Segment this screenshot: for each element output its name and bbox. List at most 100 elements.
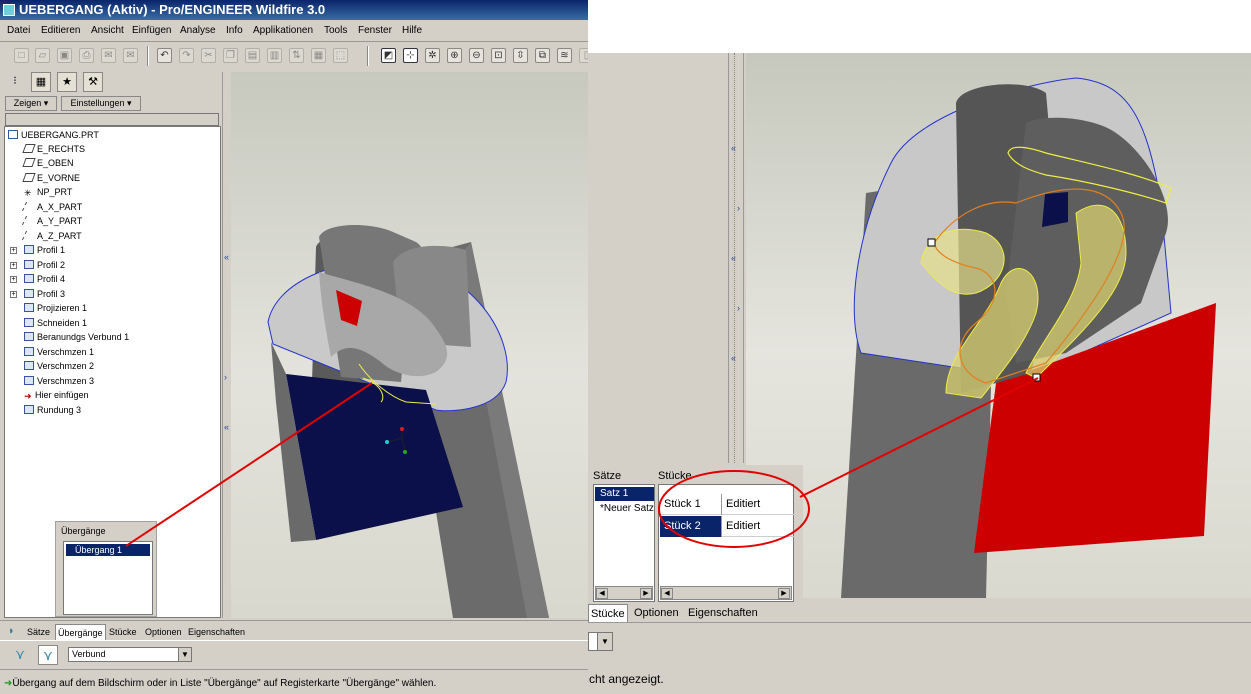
view-manager-icon[interactable]: ✲ bbox=[425, 48, 440, 63]
zoom-out-icon[interactable]: ⊖ bbox=[469, 48, 484, 63]
tree-item[interactable]: Rundung 3 bbox=[24, 404, 81, 417]
regenerate-icon[interactable]: ⇅ bbox=[289, 48, 304, 63]
email-icon[interactable]: ✉ bbox=[101, 48, 116, 63]
connections-icon[interactable]: ⚒ bbox=[83, 72, 103, 92]
menu-analyse[interactable]: Analyse bbox=[180, 25, 216, 36]
scroll-left-icon[interactable]: ◀ bbox=[661, 588, 673, 599]
tree-item[interactable]: Profil 4 bbox=[24, 273, 65, 286]
3d-model-view-zoomed[interactable] bbox=[746, 53, 1251, 598]
saved-views-icon[interactable]: ⧉ bbox=[535, 48, 550, 63]
tree-item[interactable]: Verschmzen 2 bbox=[24, 360, 94, 373]
tree-filter-bar[interactable] bbox=[5, 113, 219, 126]
expand-right-icon[interactable]: › bbox=[224, 372, 227, 382]
expand-right-icon[interactable]: › bbox=[737, 203, 740, 213]
graphics-window[interactable] bbox=[231, 72, 588, 618]
tab-stuecke[interactable]: Stücke bbox=[107, 624, 139, 640]
collapse-left-icon[interactable]: « bbox=[224, 252, 229, 262]
tree-item[interactable]: A_X_PART bbox=[21, 201, 82, 214]
pieces-scrollbar[interactable]: ◀ ▶ bbox=[660, 586, 792, 600]
show-dropdown[interactable]: Zeigen ▾ bbox=[5, 96, 57, 111]
orient-mode-icon[interactable]: ⊹ bbox=[403, 48, 418, 63]
scroll-left-icon[interactable]: ◀ bbox=[596, 588, 608, 599]
tab-eigenschaften[interactable]: Eigenschaften bbox=[686, 604, 760, 622]
drag-handle[interactable] bbox=[1032, 373, 1041, 382]
drag-handle[interactable] bbox=[927, 238, 936, 247]
scroll-right-icon[interactable]: ▶ bbox=[778, 588, 790, 599]
tab-optionen[interactable]: Optionen bbox=[632, 604, 681, 622]
tree-item[interactable]: E_RECHTS bbox=[22, 143, 85, 156]
expand-right-icon[interactable]: › bbox=[737, 303, 740, 313]
expand-icon[interactable]: + bbox=[10, 276, 17, 283]
tree-item[interactable]: E_VORNE bbox=[22, 172, 80, 185]
tree-item[interactable]: Beranundgs Verbund 1 bbox=[24, 331, 129, 344]
menu-tools[interactable]: Tools bbox=[324, 25, 347, 36]
menu-editieren[interactable]: Editieren bbox=[41, 25, 80, 36]
scroll-right-icon[interactable]: ▶ bbox=[640, 588, 652, 599]
folder-browser-icon[interactable]: ▦ bbox=[31, 72, 51, 92]
reorient-icon[interactable]: ⇳ bbox=[513, 48, 528, 63]
paste-special-icon[interactable]: ▥ bbox=[267, 48, 282, 63]
table-row[interactable]: Stück 2 Editiert bbox=[660, 516, 794, 537]
tab-optionen[interactable]: Optionen bbox=[143, 624, 184, 640]
transition-item[interactable]: Übergang 1 bbox=[66, 544, 150, 556]
3d-model-view[interactable] bbox=[231, 72, 588, 618]
menu-fenster[interactable]: Fenster bbox=[358, 25, 392, 36]
tree-item[interactable]: Profil 1 bbox=[24, 244, 65, 257]
tab-saetze[interactable]: Sätze bbox=[25, 624, 52, 640]
tree-item[interactable]: Verschmzen 1 bbox=[24, 346, 94, 359]
model-tree-icon[interactable]: ⁝ bbox=[5, 72, 25, 92]
set-item[interactable]: Satz 1 bbox=[595, 487, 654, 501]
select-box-icon[interactable]: ⬚ bbox=[333, 48, 348, 63]
blend-type-icon[interactable]: ⋎ bbox=[15, 646, 25, 663]
undo-icon[interactable]: ↶ bbox=[157, 48, 172, 63]
tree-item[interactable]: Profil 2 bbox=[24, 259, 65, 272]
redo-icon[interactable]: ↷ bbox=[179, 48, 194, 63]
email-link-icon[interactable]: ✉ bbox=[123, 48, 138, 63]
panel-splitter[interactable]: « › « bbox=[222, 72, 231, 618]
chevron-down-icon[interactable]: ▼ bbox=[178, 648, 191, 661]
expand-icon[interactable]: + bbox=[10, 291, 17, 298]
favorites-icon[interactable]: ★ bbox=[57, 72, 77, 92]
tree-item[interactable]: Verschmzen 3 bbox=[24, 375, 94, 388]
tree-item[interactable]: Projizieren 1 bbox=[24, 302, 87, 315]
table-row[interactable]: Stück 1 Editiert bbox=[660, 494, 794, 515]
chevron-down-icon[interactable]: ▼ bbox=[597, 633, 612, 650]
collapse-left-icon[interactable]: « bbox=[731, 253, 736, 263]
settings-dropdown[interactable]: Einstellungen ▾ bbox=[61, 96, 141, 111]
graphics-window[interactable] bbox=[746, 53, 1251, 598]
menu-ansicht[interactable]: Ansicht bbox=[91, 25, 124, 36]
expand-icon[interactable]: + bbox=[10, 262, 17, 269]
tab-stuecke[interactable]: Stücke bbox=[588, 604, 628, 622]
refit-icon[interactable]: ⊡ bbox=[491, 48, 506, 63]
spin-center-icon[interactable]: ◩ bbox=[381, 48, 396, 63]
tree-item[interactable]: Schneiden 1 bbox=[24, 317, 87, 330]
new-file-icon[interactable]: □ bbox=[14, 48, 29, 63]
tree-item-insert-here[interactable]: ➜ Hier einfügen bbox=[24, 389, 89, 402]
set-item[interactable]: *Neuer Satz bbox=[595, 502, 654, 516]
sets-scrollbar[interactable]: ◀ ▶ bbox=[595, 586, 653, 600]
copy-icon[interactable]: ❐ bbox=[223, 48, 238, 63]
surface-type-icon[interactable]: ⋎ bbox=[38, 645, 58, 665]
save-icon[interactable]: ▣ bbox=[57, 48, 72, 63]
tab-uebergaenge[interactable]: Übergänge bbox=[55, 624, 106, 640]
menu-datei[interactable]: Datei bbox=[7, 25, 30, 36]
panel-splitter[interactable]: « › « › « bbox=[728, 53, 744, 463]
collapse-left-icon[interactable]: « bbox=[224, 422, 229, 432]
cut-icon[interactable]: ✂ bbox=[201, 48, 216, 63]
more-tools-icon[interactable]: ▯ bbox=[579, 48, 588, 63]
tab-eigenschaften[interactable]: Eigenschaften bbox=[186, 624, 247, 640]
tree-item[interactable]: A_Y_PART bbox=[21, 215, 82, 228]
menu-info[interactable]: Info bbox=[226, 25, 243, 36]
zoom-in-icon[interactable]: ⊕ bbox=[447, 48, 462, 63]
paste-icon[interactable]: ▤ bbox=[245, 48, 260, 63]
collapse-left-icon[interactable]: « bbox=[731, 353, 736, 363]
open-file-icon[interactable]: ▱ bbox=[35, 48, 50, 63]
menu-hilfe[interactable]: Hilfe bbox=[402, 25, 422, 36]
tree-item-root[interactable]: UEBERGANG.PRT bbox=[8, 129, 99, 142]
tree-item[interactable]: E_OBEN bbox=[22, 157, 74, 170]
tree-item[interactable]: ✳ NP_PRT bbox=[24, 186, 72, 199]
menu-applikationen[interactable]: Applikationen bbox=[253, 25, 313, 36]
menu-einfuegen[interactable]: Einfügen bbox=[132, 25, 171, 36]
print-icon[interactable]: ⎙ bbox=[79, 48, 94, 63]
transition-type-select[interactable]: Verbund ▼ bbox=[68, 647, 192, 662]
